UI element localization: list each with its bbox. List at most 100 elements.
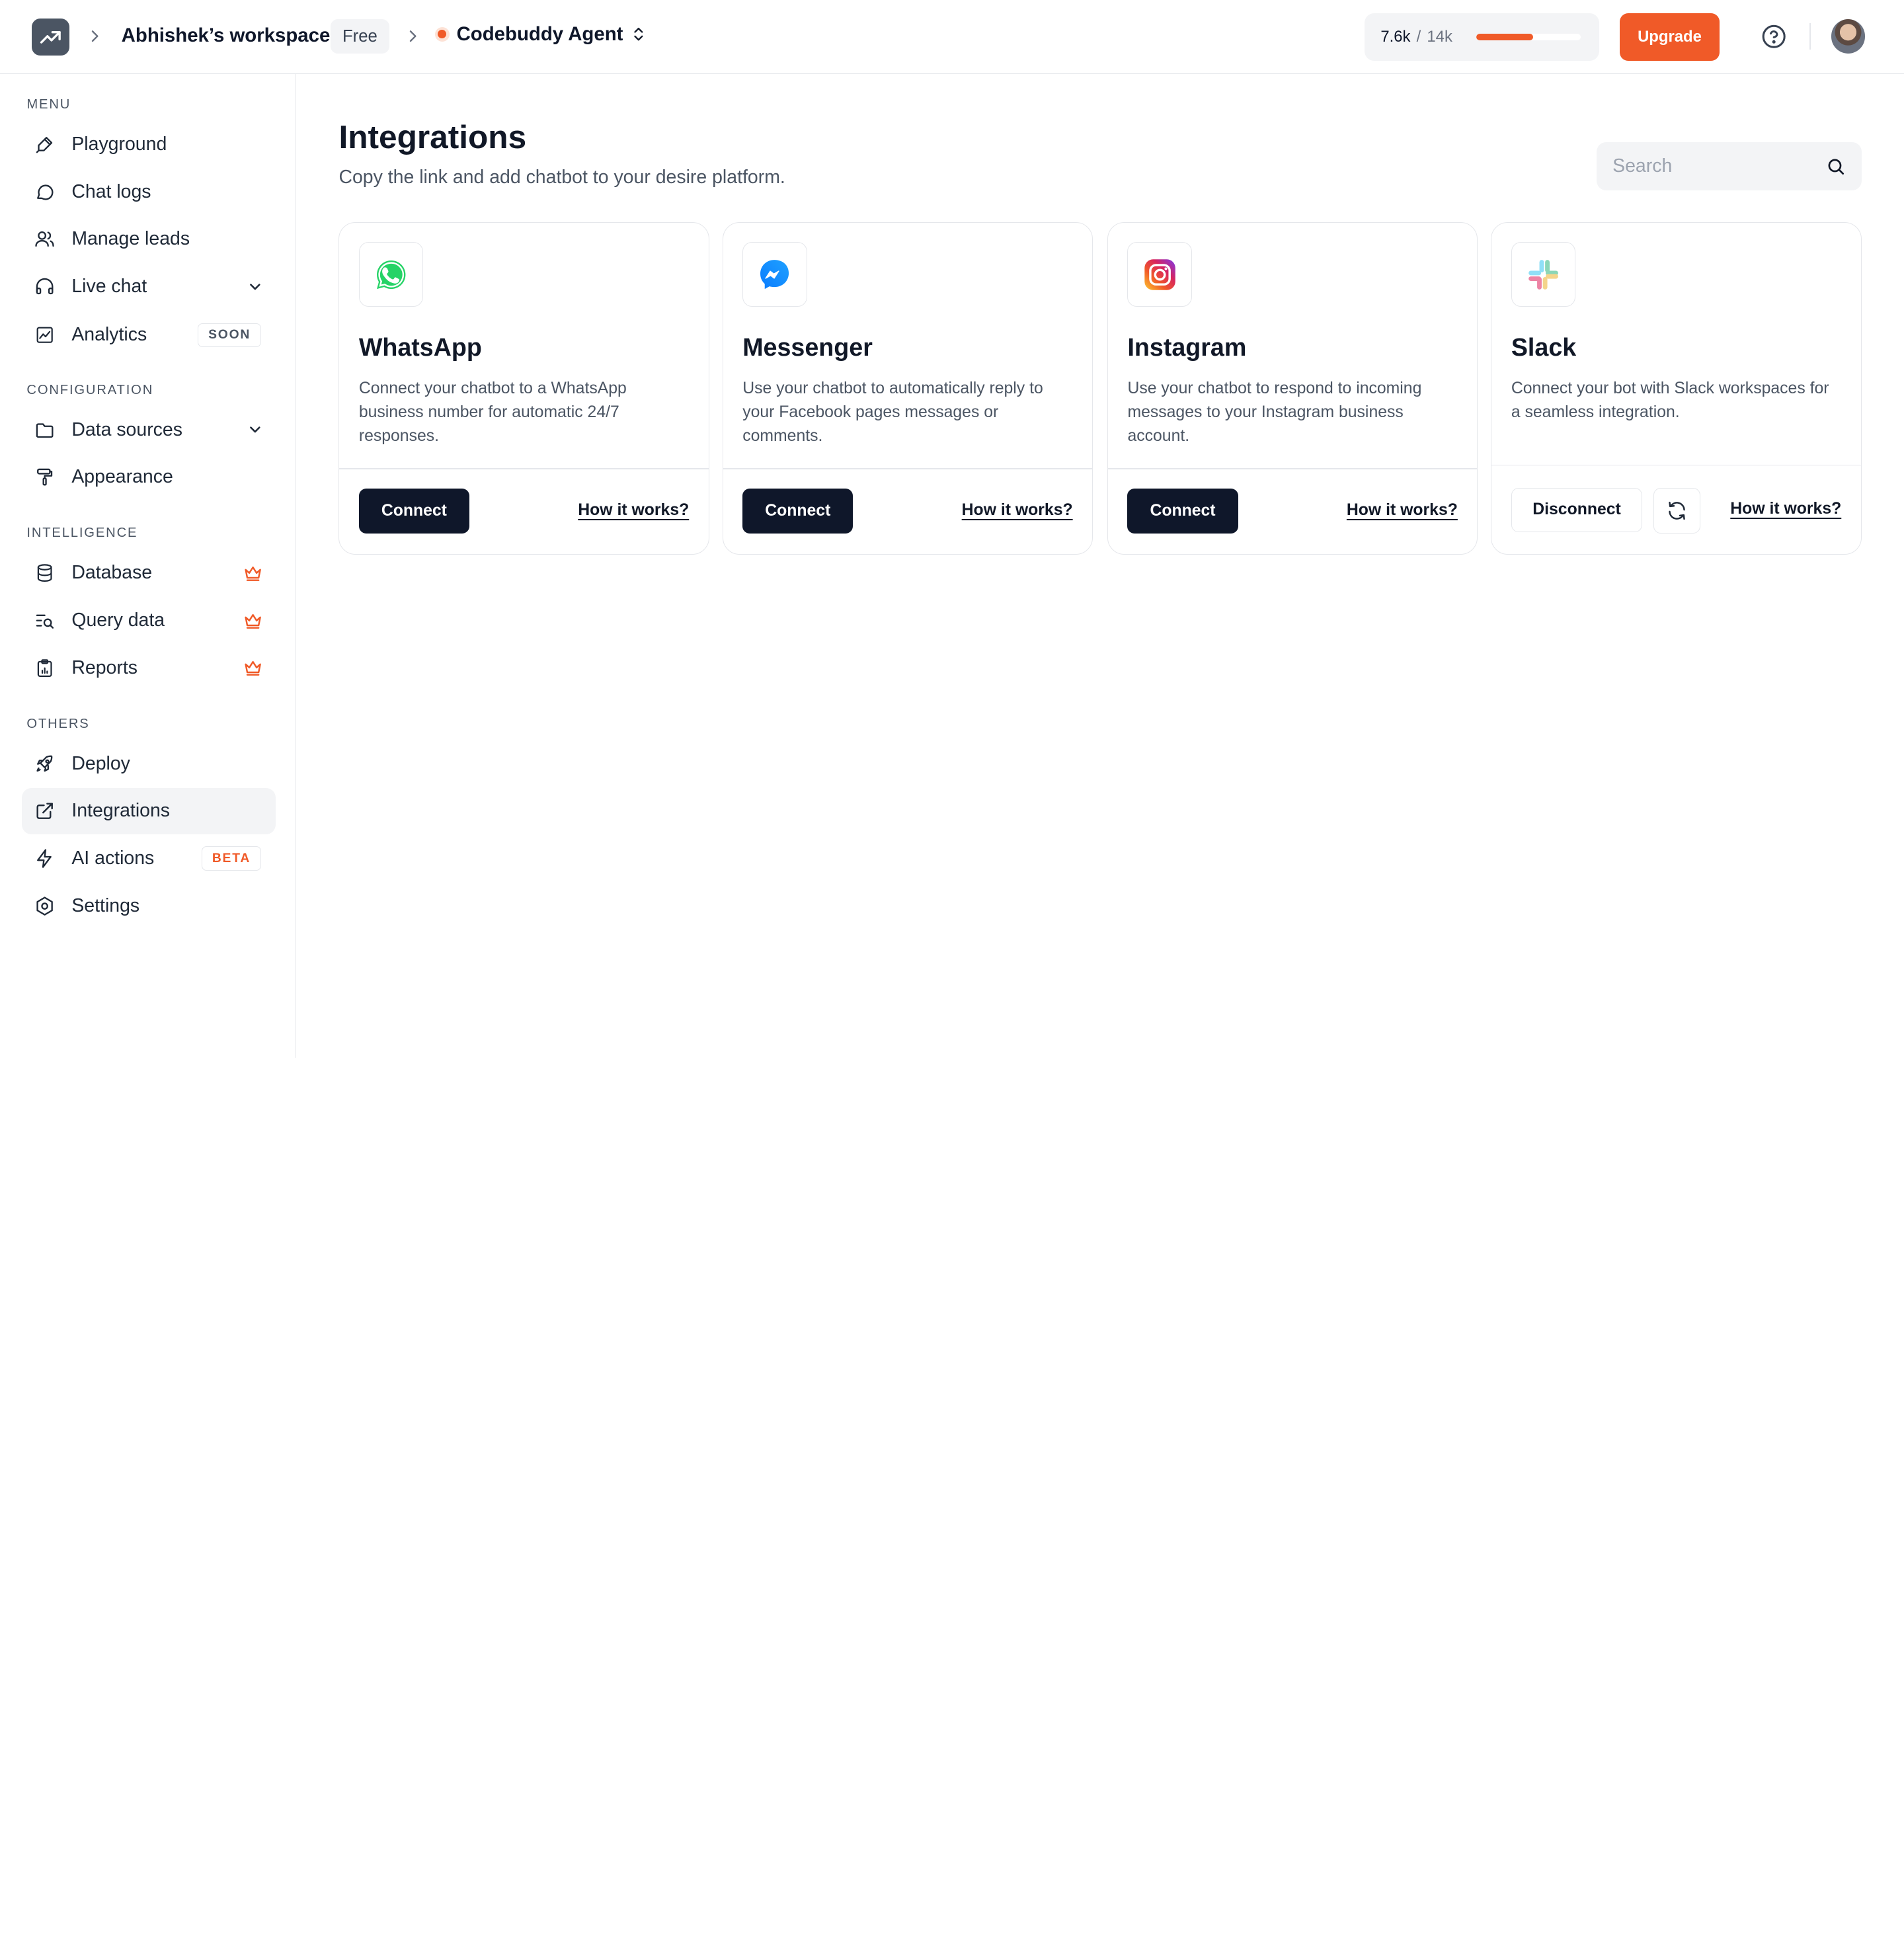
trend-up-icon [40,30,61,44]
card-divider [723,468,1093,469]
agent-selector[interactable]: Codebuddy Agent [434,22,648,46]
chat-bubble-icon [34,181,56,203]
crown-icon [245,661,262,676]
sidebar-item-label: Reports [71,656,138,678]
sidebar-item-label: Settings [71,894,140,916]
soon-badge: SOON [198,323,261,348]
sidebar-item-manage-leads[interactable]: Manage leads [22,216,276,262]
integration-name: WhatsApp [358,333,482,362]
refresh-button[interactable] [1653,487,1701,534]
sidebar-item-deploy[interactable]: Deploy [22,740,276,787]
sidebar-item-database[interactable]: Database [22,550,276,596]
sidebar-item-integrations[interactable]: Integrations [22,788,276,834]
sidebar-item-label: Database [71,562,153,584]
search-box [1597,141,1862,191]
page-subtitle: Copy the link and add chatbot to your de… [338,166,785,188]
sidebar-item-playground[interactable]: Playground [22,122,276,168]
sidebar-item-label: Appearance [71,466,173,488]
search-input[interactable] [1612,155,1819,178]
section-configuration: CONFIGURATION [26,382,154,397]
how-it-works-link[interactable]: How it works? [1730,500,1841,518]
sidebar-item-query-data[interactable]: Query data [22,598,276,644]
messenger-logo-icon [742,242,807,307]
integration-description: Connect your bot with Slack workspaces f… [1511,379,1829,422]
usage-used: 7.6k [1380,28,1411,46]
refresh-icon [1669,501,1685,520]
upgrade-button[interactable]: Upgrade [1620,13,1720,61]
sidebar-item-data-sources[interactable]: Data sources [22,407,276,453]
users-icon [34,228,56,250]
sidebar-item-ai-actions[interactable]: AI actions BETA [22,836,276,882]
settings-icon [34,895,56,917]
connect-button[interactable]: Connect [742,489,853,534]
crown-icon [245,614,262,629]
connect-button[interactable]: Connect [1127,489,1238,534]
sidebar-item-appearance[interactable]: Appearance [22,454,276,500]
chevron-down-icon[interactable] [247,421,264,438]
rocket-icon [34,753,56,775]
brush-icon [34,134,56,155]
beta-badge: BETA [202,846,261,871]
section-others: OTHERS [26,716,90,731]
avatar[interactable] [1831,19,1866,54]
usage-separator: / [1416,28,1421,46]
headset-icon [34,276,56,297]
report-icon [34,657,56,679]
how-it-works-link[interactable]: How it works? [962,501,1073,520]
workspace-name[interactable]: Abhishek’s workspace [122,24,331,47]
how-it-works-link[interactable]: How it works? [578,501,689,520]
sidebar-item-label: Deploy [71,752,130,774]
sidebar-item-analytics[interactable]: Analytics SOON [22,312,276,358]
how-it-works-link[interactable]: How it works? [1347,501,1458,520]
sidebar-item-label: Live chat [71,275,147,297]
help-icon[interactable] [1761,23,1787,50]
crown-icon [245,567,262,582]
app-logo[interactable] [31,18,69,56]
plan-badge: Free [330,19,390,54]
instagram-logo-icon [1127,242,1192,307]
card-divider [1491,464,1861,466]
integration-description: Use your chatbot to respond to incoming … [1127,379,1422,445]
folder-icon [34,419,56,441]
search-icon[interactable] [1826,157,1845,176]
paint-roller-icon [34,466,56,488]
disconnect-button[interactable]: Disconnect [1511,487,1643,533]
integration-card-slack: Slack Connect your bot with Slack worksp… [1491,222,1862,555]
chevron-right-icon [409,30,416,42]
top-bar: Abhishek’s workspace Free Codebuddy Agen… [0,0,1904,75]
integration-card-instagram: Instagram Use your chatbot to respond to… [1107,222,1478,555]
chevron-up-down-icon [634,28,643,41]
sidebar-item-label: Playground [71,134,167,155]
header-divider [1809,22,1811,50]
chart-icon [34,324,56,346]
integration-name: Slack [1511,333,1577,362]
sidebar-item-live-chat[interactable]: Live chat [22,264,276,310]
sidebar-item-label: AI actions [71,848,155,869]
chevron-right-icon [91,30,99,42]
sidebar-item-chat-logs[interactable]: Chat logs [22,169,276,215]
sidebar-item-settings[interactable]: Settings [22,883,276,929]
sidebar-item-label: Query data [71,610,165,631]
chevron-down-icon[interactable] [247,278,264,296]
integration-name: Instagram [1127,333,1247,362]
whatsapp-logo-icon [358,242,424,307]
integration-name: Messenger [742,333,873,362]
integration-card-whatsapp: WhatsApp Connect your chatbot to a Whats… [338,222,709,555]
database-icon [34,562,56,584]
section-menu: MENU [26,97,71,112]
app-root: Abhishek’s workspace Free Codebuddy Agen… [0,0,1904,1058]
card-divider [1108,468,1478,469]
agent-name: Codebuddy Agent [456,22,623,45]
usage-meter: 7.6k / 14k [1365,13,1599,61]
usage-progress-fill [1476,34,1533,40]
sidebar-item-label: Chat logs [71,180,151,202]
sidebar-item-label: Analytics [71,324,147,346]
query-icon [34,610,56,631]
connect-button[interactable]: Connect [358,489,469,534]
external-link-icon [34,800,56,822]
sidebar-item-label: Data sources [71,418,182,440]
slack-logo-icon [1511,242,1576,307]
page-title: Integrations [338,118,527,156]
sidebar-item-reports[interactable]: Reports [22,645,276,691]
card-divider [339,468,709,469]
